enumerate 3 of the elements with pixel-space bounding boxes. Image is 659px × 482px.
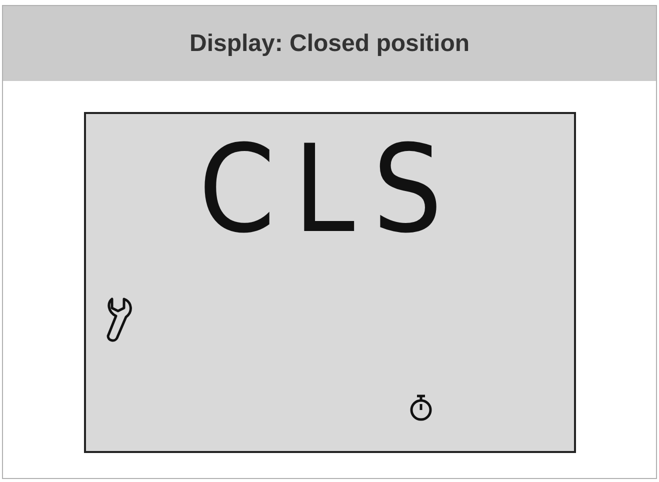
display-reading: CLS: [198, 128, 460, 250]
stopwatch-icon: [408, 394, 432, 422]
header-title: Display: Closed position: [189, 28, 470, 58]
